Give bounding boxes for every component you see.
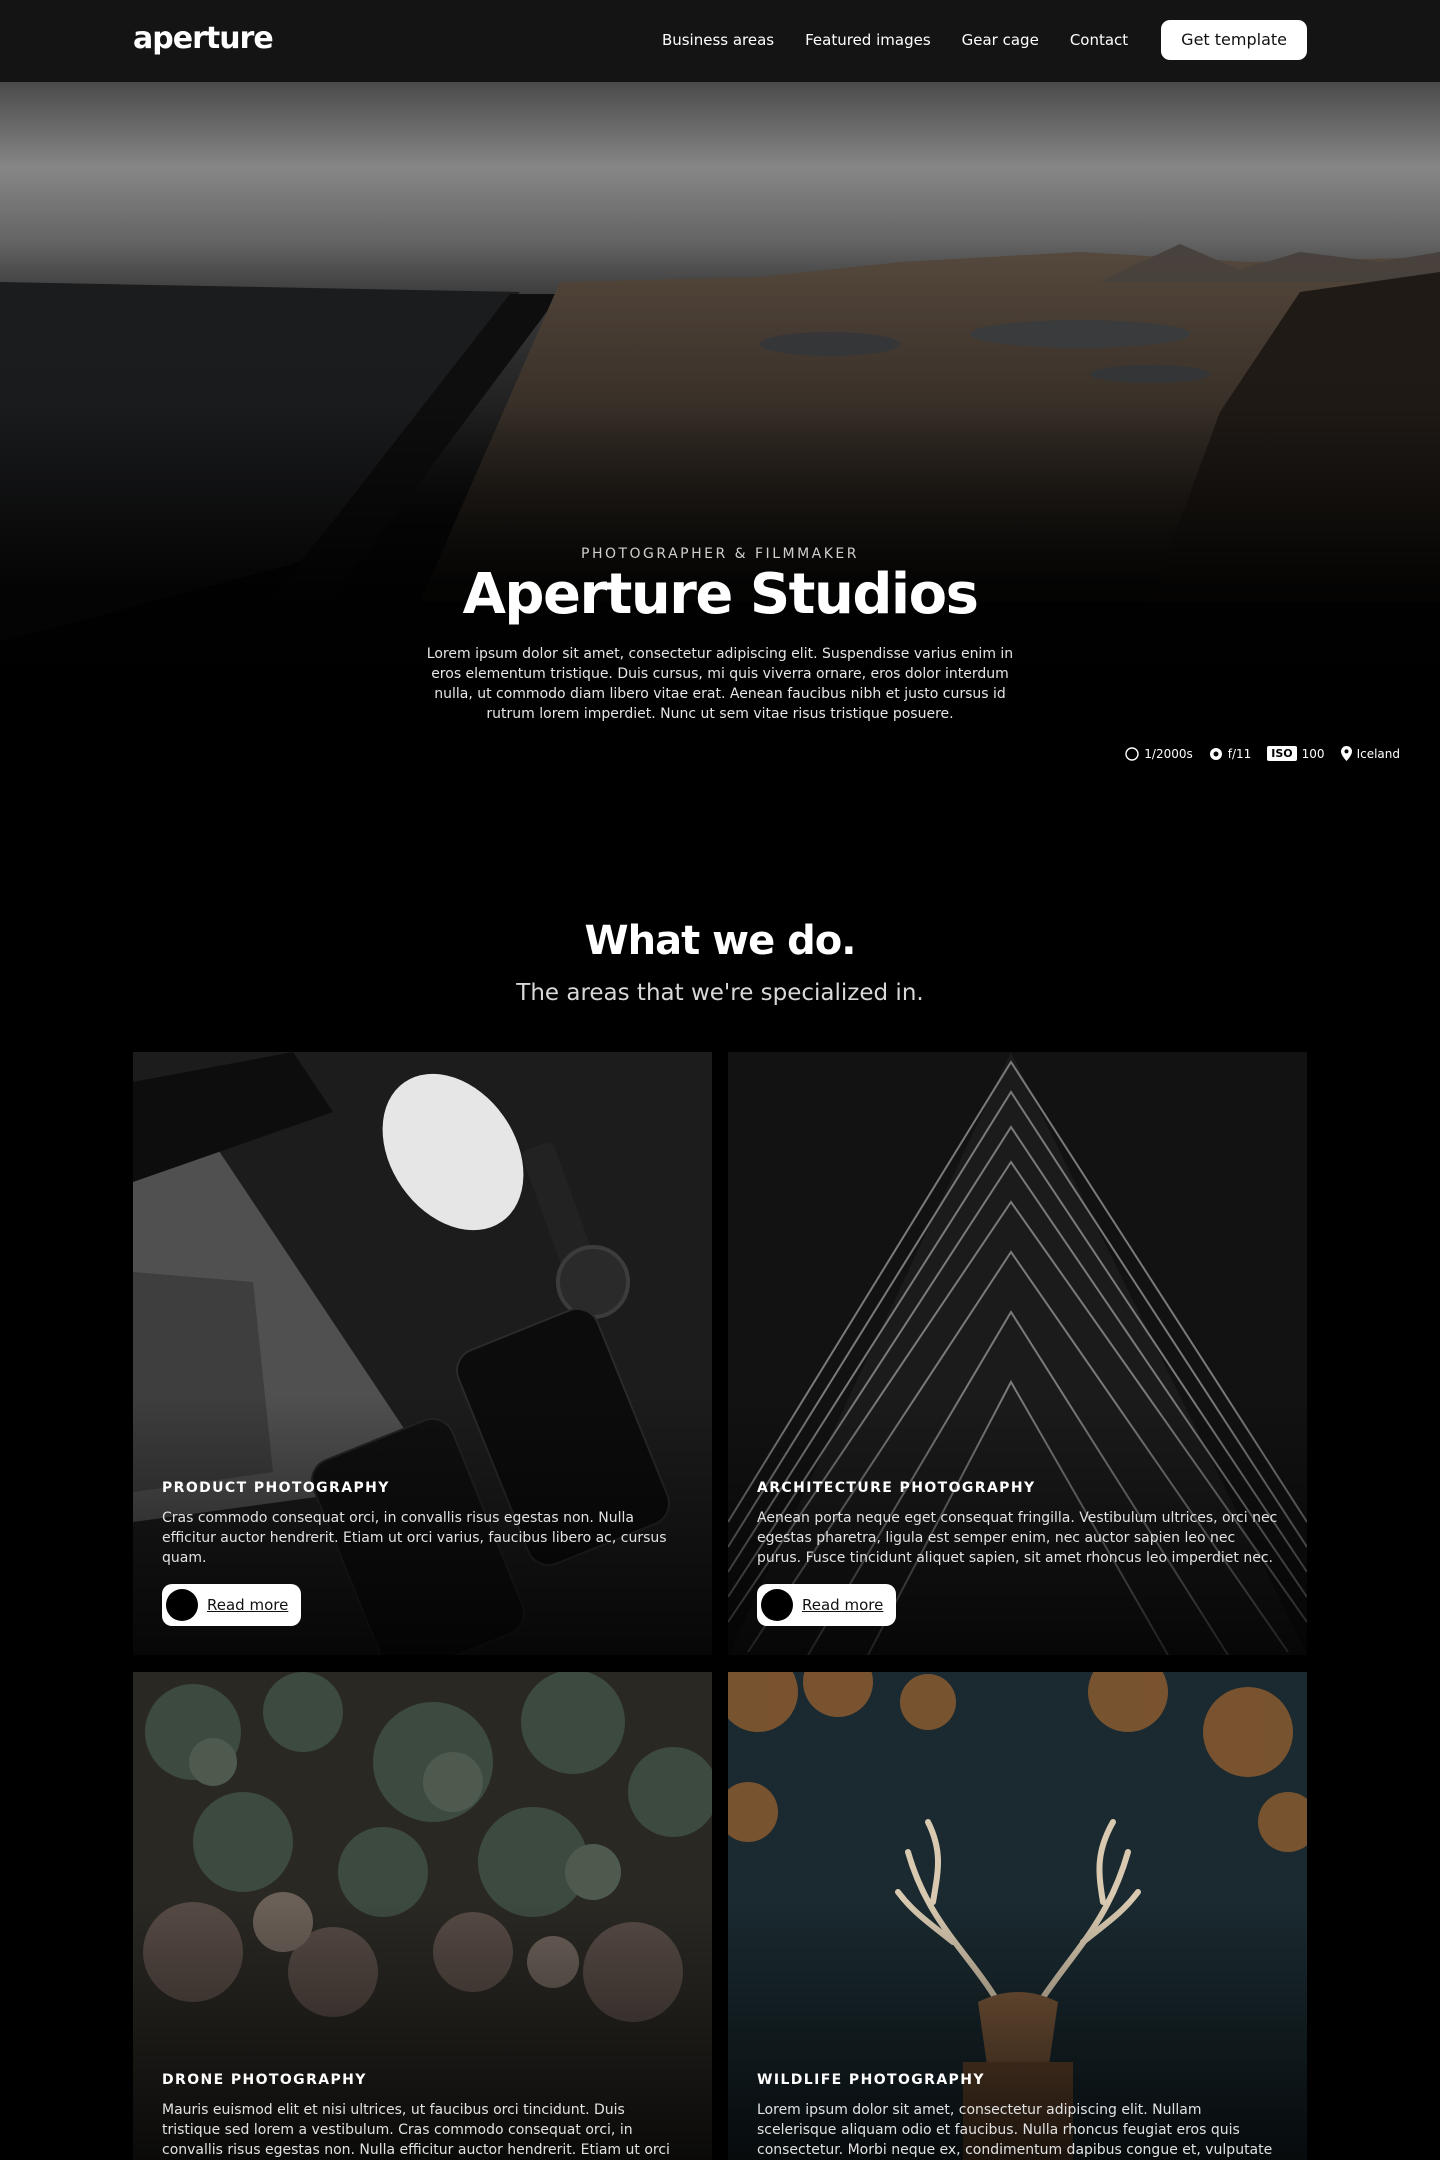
read-more-label: Read more xyxy=(207,1596,289,1614)
location-pin-icon xyxy=(1340,746,1352,761)
card-title: WILDLIFE PHOTOGRAPHY xyxy=(757,2072,985,2088)
card-description: Aenean porta neque eget consequat fringi… xyxy=(757,1510,1278,1566)
nav-featured-images[interactable]: Featured images xyxy=(805,30,931,50)
card-description: Mauris euismod elit et nisi ultrices, ut… xyxy=(162,2102,670,2158)
read-more-button[interactable]: Read more xyxy=(757,1584,896,1626)
nav-contact[interactable]: Contact xyxy=(1070,30,1128,50)
iso-badge: ISO xyxy=(1267,746,1297,761)
hero-description: Lorem ipsum dolor sit amet, consectetur … xyxy=(426,646,1014,722)
hero-title: Aperture Studios xyxy=(462,562,979,627)
card-title: PRODUCT PHOTOGRAPHY xyxy=(162,1480,390,1496)
location-value: Iceland xyxy=(1356,746,1400,761)
exif-location: Iceland xyxy=(1340,746,1400,761)
nav-gear-cage[interactable]: Gear cage xyxy=(962,30,1039,50)
card-title: ARCHITECTURE PHOTOGRAPHY xyxy=(757,1480,1036,1496)
get-template-button[interactable]: Get template xyxy=(1161,20,1307,60)
nav-business-areas[interactable]: Business areas xyxy=(662,30,774,50)
card-title: DRONE PHOTOGRAPHY xyxy=(162,2072,367,2088)
exif-shutter: 1/2000s xyxy=(1125,746,1193,761)
hero-section: PHOTOGRAPHER & FILMMAKER Aperture Studio… xyxy=(0,82,1440,800)
shutter-icon xyxy=(1125,746,1139,761)
exif-aperture: f/11 xyxy=(1209,746,1252,761)
card-architecture-photography[interactable]: ARCHITECTURE PHOTOGRAPHY Aenean porta ne… xyxy=(728,1052,1307,1655)
exif-info: 1/2000s f/11 ISO 100 Iceland xyxy=(1125,746,1400,761)
card-product-photography[interactable]: PRODUCT PHOTOGRAPHY Cras commodo consequ… xyxy=(133,1052,712,1655)
aperture-value: f/11 xyxy=(1227,746,1252,761)
section-subtitle: The areas that we're specialized in. xyxy=(516,980,924,1006)
card-wildlife-photography[interactable]: WILDLIFE PHOTOGRAPHY Lorem ipsum dolor s… xyxy=(728,1672,1307,2160)
card-description: Cras commodo consequat orci, in convalli… xyxy=(162,1510,667,1566)
iso-value: 100 xyxy=(1301,746,1325,761)
read-more-label: Read more xyxy=(802,1596,884,1614)
shutter-value: 1/2000s xyxy=(1144,746,1193,761)
top-navigation-bar: aperture Business areas Featured images … xyxy=(0,0,1440,82)
button-dot-icon xyxy=(166,1589,198,1621)
card-drone-photography[interactable]: DRONE PHOTOGRAPHY Mauris euismod elit et… xyxy=(133,1672,712,2160)
exif-iso: ISO 100 xyxy=(1267,746,1325,761)
button-dot-icon xyxy=(761,1589,793,1621)
aperture-icon xyxy=(1209,747,1222,760)
section-title: What we do. xyxy=(584,918,857,964)
main-nav: Business areas Featured images Gear cage… xyxy=(662,20,1307,60)
aperture-logo[interactable]: aperture xyxy=(133,21,274,56)
card-description: Lorem ipsum dolor sit amet, consectetur … xyxy=(757,2102,1273,2158)
read-more-button[interactable]: Read more xyxy=(162,1584,301,1626)
hero-kicker: PHOTOGRAPHER & FILMMAKER xyxy=(581,546,859,562)
